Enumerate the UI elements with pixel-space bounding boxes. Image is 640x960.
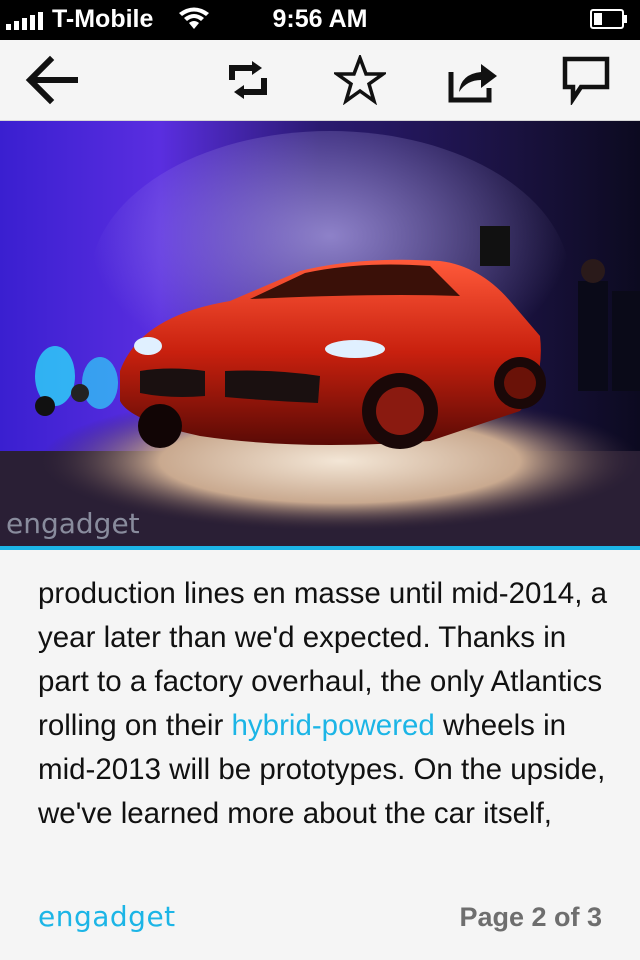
back-button[interactable] [12, 40, 92, 120]
comment-icon [562, 56, 610, 105]
share-button[interactable] [434, 40, 514, 120]
accent-divider [0, 546, 640, 550]
engadget-logo: engadget [38, 900, 176, 933]
back-arrow-icon [25, 55, 78, 105]
status-time: 9:56 AM [272, 5, 368, 33]
share-icon [448, 64, 497, 103]
footer: engadget Page 2 of 3 [0, 890, 640, 950]
star-icon [334, 55, 386, 105]
comment-button[interactable] [546, 40, 626, 120]
article-hero-image: engadget [0, 121, 640, 546]
car-photo: engadget [0, 121, 640, 546]
status-bar: T-Mobile 9:56 AM [0, 0, 640, 40]
toolbar [0, 40, 640, 121]
hybrid-powered-link[interactable]: hybrid-powered [232, 709, 435, 742]
retweet-icon [229, 61, 267, 99]
article-body: production lines en masse until mid-2014… [38, 572, 618, 836]
battery-icon [590, 9, 627, 29]
page-indicator: Page 2 of 3 [459, 902, 602, 932]
retweet-button[interactable] [208, 40, 288, 120]
favorite-button[interactable] [320, 40, 400, 120]
hero-watermark: engadget [6, 507, 140, 540]
